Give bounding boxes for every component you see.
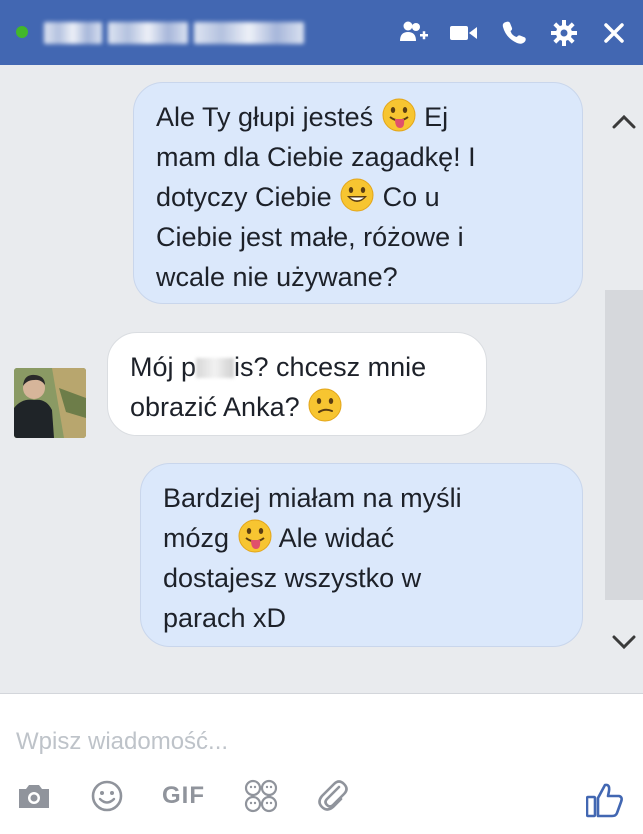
outgoing-message: Bardziej miałam na myśli mózg Ale widać … [140,463,583,647]
message-text: dotyczy Ciebie [156,182,332,212]
message-composer: GIF [0,693,643,834]
close-icon[interactable] [599,18,629,48]
chat-header [0,0,643,65]
emoji-icon[interactable] [90,776,124,816]
video-call-icon[interactable] [449,18,479,48]
message-text: Co u [382,182,440,212]
message-text: Ej [424,102,449,132]
outgoing-message: Ale Ty głupi jesteś Ej mam dla Ciebie za… [133,82,583,304]
message-text: Mój p [130,352,197,382]
add-people-icon[interactable] [399,18,429,48]
attachment-icon[interactable] [317,776,349,816]
incoming-message: Mój p is? chcesz mnie obrazić Anka? [107,332,487,436]
stickers-icon[interactable] [243,776,279,816]
smile-emoji [340,178,374,212]
gif-label: GIF [162,782,205,809]
settings-icon[interactable] [549,18,579,48]
message-text: wcale nie używane? [156,262,398,292]
online-status-dot [16,26,28,38]
message-text: mózg [163,523,230,553]
gif-button[interactable]: GIF [162,776,205,816]
phone-call-icon[interactable] [499,18,529,48]
contact-avatar[interactable] [14,368,86,438]
chevron-up-icon [612,114,636,129]
message-text: dostajesz wszystko w [163,563,422,593]
message-input[interactable] [14,724,578,760]
tongue-emoji [382,98,416,132]
message-text: is? chcesz mnie [234,352,427,382]
contact-name-redacted[interactable] [44,19,314,47]
scrollbar-thumb[interactable] [605,290,643,600]
message-thread: Ale Ty głupi jesteś Ej mam dla Ciebie za… [0,65,643,693]
confused-emoji [308,388,342,422]
message-text: parach xD [163,603,287,633]
scroll-up-button[interactable] [605,103,643,141]
message-text: Ale widać [278,523,395,553]
message-text: Bardziej miałam na myśli [163,483,462,513]
message-text: Ale Ty głupi jesteś [156,102,374,132]
censored-text [196,358,235,378]
camera-icon[interactable] [16,776,52,816]
message-text: Ciebie jest małe, różowe i [156,222,464,252]
message-text: mam dla Ciebie zagadkę! I [156,142,476,172]
scroll-down-button[interactable] [605,623,643,661]
message-text: obrazić Anka? [130,392,300,422]
thumbs-up-icon[interactable] [585,780,625,820]
tongue-emoji [238,519,272,553]
chevron-down-icon [612,635,636,650]
